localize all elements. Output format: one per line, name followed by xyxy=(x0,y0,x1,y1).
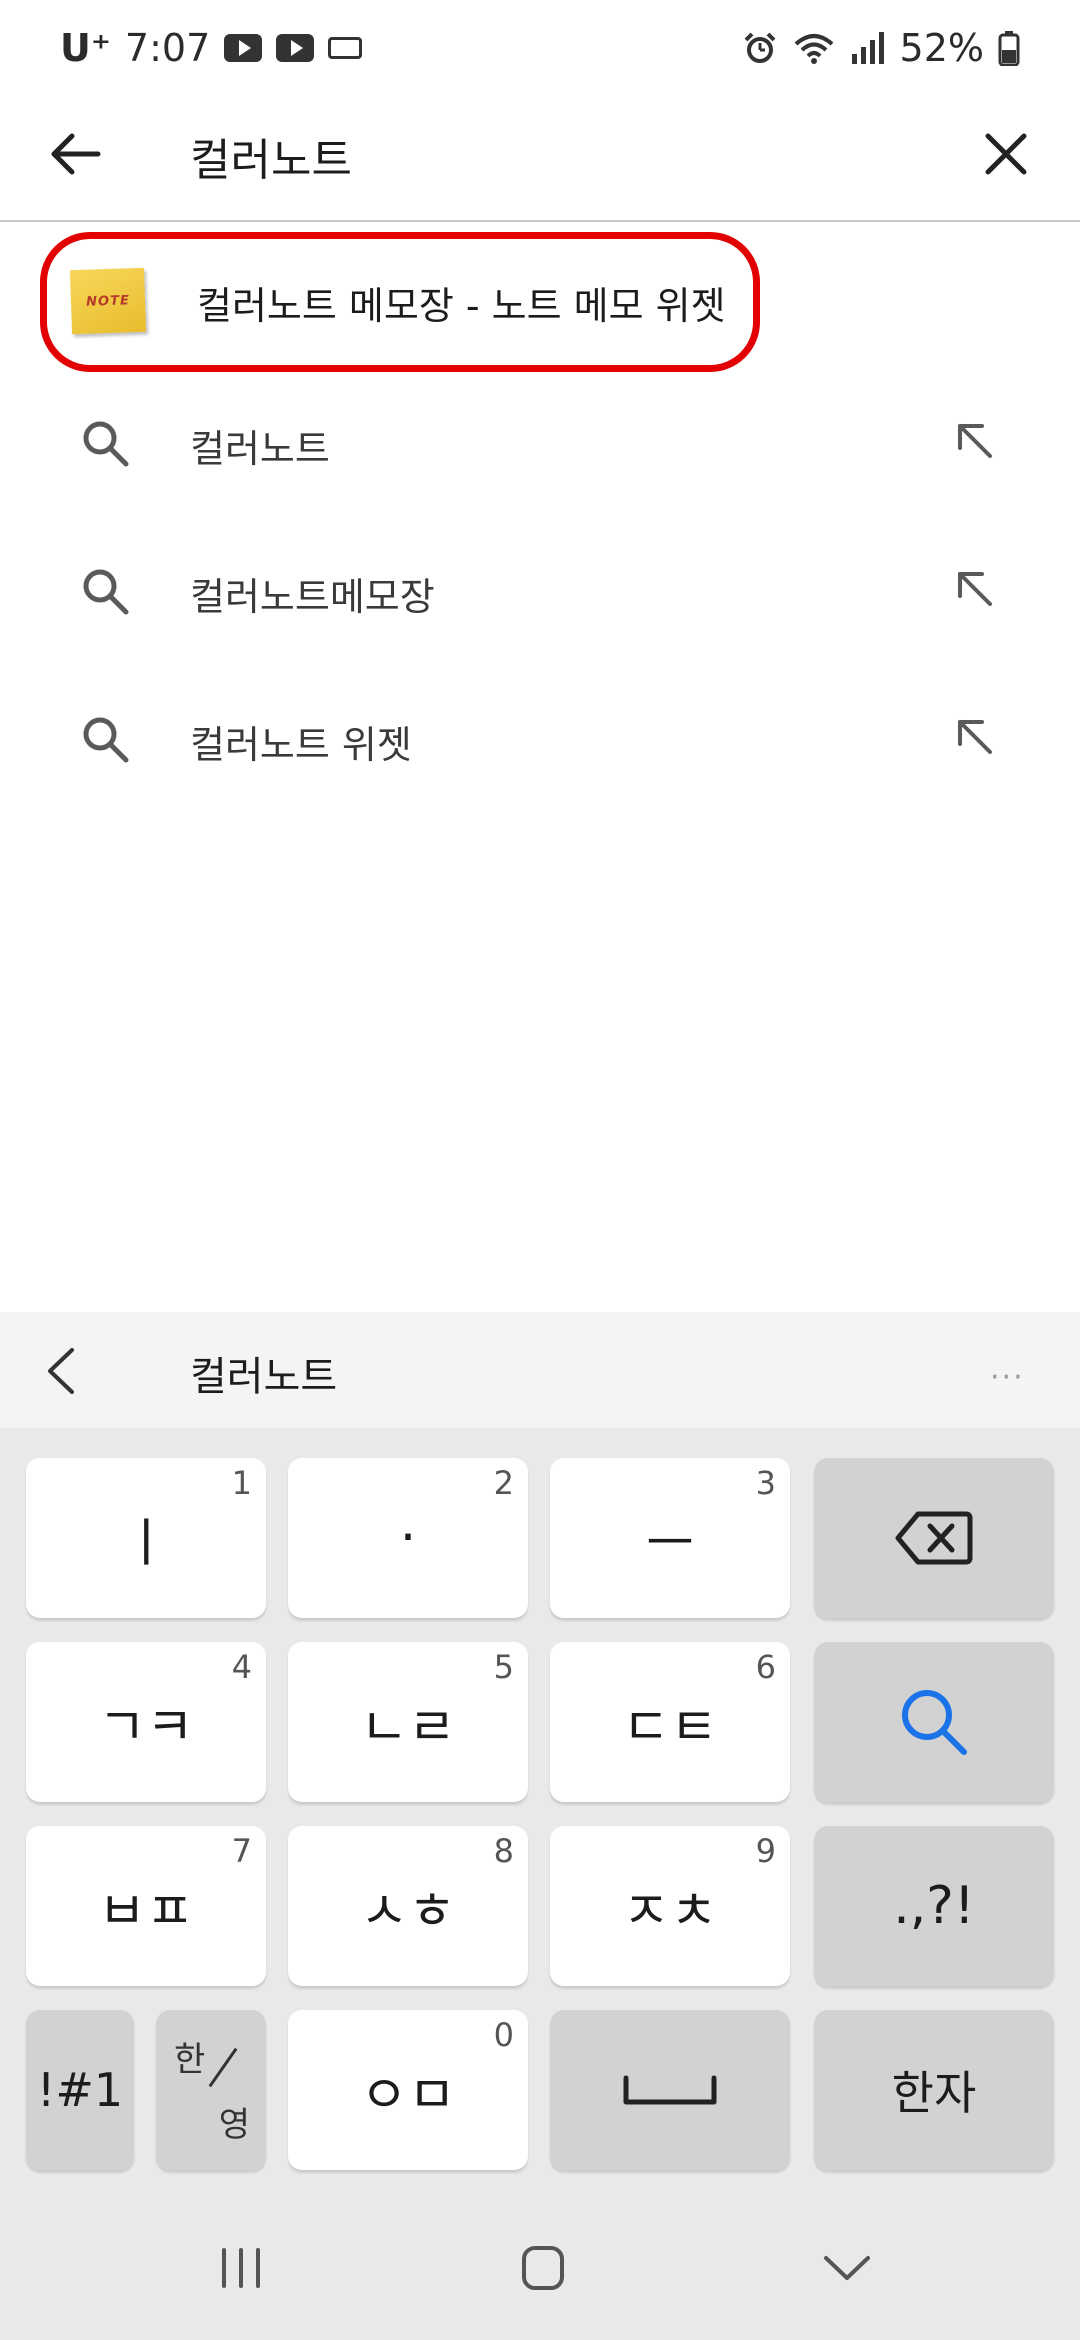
alarm-icon xyxy=(744,32,775,63)
chevron-left-icon[interactable] xyxy=(40,1346,84,1396)
key-vowel-eu[interactable]: 3 ㅡ xyxy=(550,1458,790,1618)
backspace-icon xyxy=(895,1511,973,1565)
language-toggle-key[interactable]: 한 영 xyxy=(156,2010,266,2170)
app-result-item[interactable]: NOTE 컬러노트 메모장 - 노트 메모 위젯 xyxy=(40,232,760,372)
punctuation-key[interactable]: .,?! xyxy=(814,1826,1054,1986)
symbols-key[interactable]: !#1 xyxy=(26,2010,134,2170)
key-label: ㅈㅊ xyxy=(622,1881,718,1942)
backspace-key[interactable] xyxy=(814,1458,1054,1618)
key-label-korean: 한 xyxy=(174,2040,206,2080)
suggestion-item[interactable]: 컬러노트 xyxy=(0,372,1080,520)
search-input[interactable] xyxy=(190,116,950,196)
status-right: 52% xyxy=(742,26,1020,70)
arrow-up-left-icon[interactable] xyxy=(950,416,1000,466)
hanja-key[interactable]: 한자 xyxy=(814,2010,1054,2170)
colornote-app-icon: NOTE xyxy=(69,267,147,335)
clock: 7:07 xyxy=(124,26,211,70)
key-label-english: 영 xyxy=(218,2105,250,2145)
key-giyeok-kieuk[interactable]: 4 ㄱㅋ xyxy=(26,1642,266,1802)
suggestion-item[interactable]: 컬러노트 위젯 xyxy=(0,668,1080,816)
key-number-hint: 4 xyxy=(231,1648,252,1686)
search-header xyxy=(0,96,1080,222)
key-label: ㄱㅋ xyxy=(98,1697,194,1758)
key-ieung-mieum[interactable]: 0 ㅇㅁ xyxy=(288,2010,528,2170)
battery-icon xyxy=(998,31,1020,66)
key-number-hint: 0 xyxy=(493,2016,514,2054)
key-label: ㅣ xyxy=(122,1513,170,1574)
suggestion-item[interactable]: 컬러노트메모장 xyxy=(0,520,1080,668)
arrow-left-icon[interactable] xyxy=(40,118,112,190)
note-icon-text: NOTE xyxy=(85,292,131,310)
youtube-notification-icon-2 xyxy=(276,34,315,62)
suggestion-text: 컬러노트 위젯 xyxy=(190,723,412,767)
arrow-up-left-icon[interactable] xyxy=(950,564,1000,614)
keyboard-notification-icon xyxy=(328,37,363,59)
key-jieut-chieut[interactable]: 9 ㅈㅊ xyxy=(550,1826,790,1986)
key-bieup-pieup[interactable]: 7 ㅂㅍ xyxy=(26,1826,266,1986)
search-icon xyxy=(83,717,129,763)
key-label: ㄴㄹ xyxy=(360,1697,456,1758)
navigation-bar xyxy=(0,2196,1080,2340)
space-key[interactable] xyxy=(550,2010,790,2170)
close-icon[interactable] xyxy=(970,118,1042,190)
key-label: ㅇㅁ xyxy=(360,2065,456,2126)
key-number-hint: 6 xyxy=(755,1648,776,1686)
wifi-icon xyxy=(794,34,833,64)
keyboard: 컬러노트 ··· 1 ㅣ 2 · 3 ㅡ 4 ㄱㅋ 5 ㄴㄹ 6 ㄷㅌ 7 ㅂㅍ… xyxy=(0,1312,1080,2340)
key-number-hint: 7 xyxy=(231,1832,252,1870)
key-label: ㅅㅎ xyxy=(360,1881,456,1942)
arrow-up-left-icon[interactable] xyxy=(950,712,1000,762)
space-icon xyxy=(623,2075,717,2105)
app-result-label: 컬러노트 메모장 - 노트 메모 위젯 xyxy=(197,284,726,328)
key-label: !#1 xyxy=(36,2063,124,2117)
key-nieun-rieul[interactable]: 5 ㄴㄹ xyxy=(288,1642,528,1802)
recents-icon[interactable] xyxy=(206,2236,276,2300)
key-number-hint: 5 xyxy=(493,1648,514,1686)
more-options-icon[interactable]: ··· xyxy=(990,1360,1025,1395)
key-number-hint: 1 xyxy=(231,1464,252,1502)
search-icon xyxy=(83,421,129,467)
keyboard-toolbar: 컬러노트 ··· xyxy=(0,1312,1080,1428)
search-key[interactable] xyxy=(814,1642,1054,1802)
status-bar: U⁺ 7:07 52% xyxy=(0,0,1080,96)
keyboard-preview-text: 컬러노트 xyxy=(190,1354,338,1400)
carrier-label: U⁺ xyxy=(60,26,111,70)
chevron-down-icon[interactable] xyxy=(812,2236,882,2300)
key-number-hint: 8 xyxy=(493,1832,514,1870)
key-vowel-dot[interactable]: 2 · xyxy=(288,1458,528,1618)
key-number-hint: 2 xyxy=(493,1464,514,1502)
battery-percent: 52% xyxy=(899,26,984,70)
key-siot-hieut[interactable]: 8 ㅅㅎ xyxy=(288,1826,528,1986)
key-number-hint: 9 xyxy=(755,1832,776,1870)
search-icon xyxy=(902,1690,967,1755)
search-icon xyxy=(83,569,129,615)
home-icon[interactable] xyxy=(508,2236,578,2300)
youtube-notification-icon xyxy=(224,34,263,62)
key-label: 한자 xyxy=(891,2066,977,2120)
key-label: ㄷㅌ xyxy=(622,1697,718,1758)
key-number-hint: 3 xyxy=(755,1464,776,1502)
suggestion-text: 컬러노트 xyxy=(190,427,330,471)
key-label: ㅡ xyxy=(646,1513,694,1574)
key-vowel-i[interactable]: 1 ㅣ xyxy=(26,1458,266,1618)
key-digeut-tieut[interactable]: 6 ㄷㅌ xyxy=(550,1642,790,1802)
signal-icon xyxy=(851,32,884,64)
lang-divider xyxy=(208,2047,238,2088)
key-label: .,?! xyxy=(893,1876,975,1936)
status-left: U⁺ 7:07 xyxy=(60,26,363,70)
key-label: ㅂㅍ xyxy=(98,1881,194,1942)
key-label: · xyxy=(399,1508,417,1568)
suggestion-text: 컬러노트메모장 xyxy=(190,575,435,619)
